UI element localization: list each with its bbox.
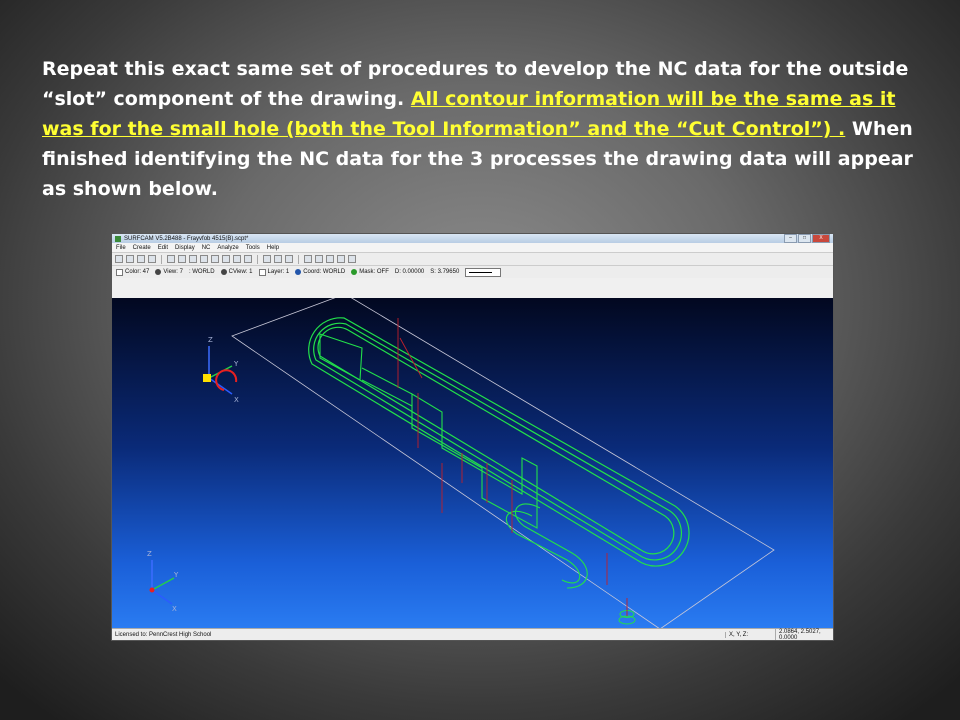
coord-globe-icon [295,269,302,275]
app-icon [115,235,121,242]
license-text: Licensed to: PennCrest High School [115,631,212,638]
new-file-icon[interactable] [115,255,123,263]
graphics-viewport[interactable]: Z Y X Z Y X [112,293,833,630]
step-setting[interactable]: S: 3.79650 [430,269,459,275]
layer-setting[interactable]: Layer: 1 [258,268,289,276]
toolbar-divider [257,254,258,264]
zoom-fit-icon[interactable] [167,255,175,263]
zoom-window-icon[interactable] [178,255,186,263]
triad-z-label: Z [208,336,213,344]
cview-setting[interactable]: CView: 1 [220,269,253,275]
menu-display[interactable]: Display [175,245,195,251]
title-bar: SURFCAM V5.2B488 - Frayvfob 4515(B).scpt… [112,234,833,243]
save-icon[interactable] [137,255,145,263]
undo-icon[interactable] [337,255,345,263]
menu-analyze[interactable]: Analyze [217,245,238,251]
cad-drawing: Z Y X Z Y X [147,293,775,630]
menu-edit[interactable]: Edit [158,245,168,251]
toolbar-divider [161,254,162,264]
menu-file[interactable]: File [116,245,126,251]
world-triad: Z Y X [147,550,179,613]
letter-h [411,393,538,529]
menu-help[interactable]: Help [267,245,279,251]
window-title: SURFCAM V5.2B488 - Frayvfob 4515(B).scpt… [124,235,249,242]
depth-setting[interactable]: D: 0.00000 [395,269,424,275]
close-button[interactable]: X [812,234,830,243]
surfcam-window: SURFCAM V5.2B488 - Frayvfob 4515(B).scpt… [111,233,834,641]
view-icon [155,269,162,275]
menu-bar: File Create Edit Display NC Analyze Tool… [112,243,833,252]
mask-setting[interactable]: Mask: OFF [351,269,389,275]
menu-tools[interactable]: Tools [246,245,260,251]
model-triad: Z Y X [203,336,239,404]
lock-icon[interactable] [326,255,334,263]
transform-icon[interactable] [274,255,282,263]
measure-icon[interactable] [285,255,293,263]
color-swatch-icon [116,268,123,276]
cview-icon [220,269,227,275]
main-toolbar [112,252,833,265]
coord-world-setting[interactable]: : WORLD [189,269,215,275]
view-icon[interactable] [222,255,230,263]
view-setting[interactable]: View: 7 [155,269,183,275]
slide-paragraph: Repeat this exact same set of procedures… [42,54,922,204]
print-icon[interactable] [148,255,156,263]
settings-bar: Color: 47 View: 7 : WORLD CView: 1 Layer… [112,265,833,278]
mask-icon [351,269,358,275]
world-z-label: Z [147,550,152,558]
redraw-icon[interactable] [211,255,219,263]
xyz-label: X, Y, Z: [725,631,775,638]
world-x-label: X [172,605,177,613]
coord-setting[interactable]: Coord: WORLD [295,269,345,275]
minimize-button[interactable]: – [784,234,797,243]
color-setting[interactable]: Color: 47 [116,268,149,276]
verify-icon[interactable] [244,255,252,263]
slot-contour [308,317,690,567]
settings-icon[interactable] [348,255,356,263]
world-y-label: Y [173,571,179,579]
pan-icon[interactable] [189,255,197,263]
shade-icon[interactable] [233,255,241,263]
open-file-icon[interactable] [126,255,134,263]
layer-icon [258,268,266,276]
delete-icon[interactable] [263,255,271,263]
maximize-button[interactable]: □ [798,234,811,243]
menu-nc[interactable]: NC [202,245,211,251]
line-style-select[interactable] [465,267,502,277]
toolbar-divider [298,254,299,264]
status-bar: Licensed to: PennCrest High School X, Y,… [112,628,833,640]
color-icon[interactable] [315,255,323,263]
layer-icon[interactable] [304,255,312,263]
triad-y-label: Y [233,360,239,368]
triad-x-label: X [234,396,239,404]
rotate-icon[interactable] [200,255,208,263]
menu-create[interactable]: Create [133,245,151,251]
cursor-coordinates: 2.0864, 2.5027, 0.0000 [775,628,833,640]
